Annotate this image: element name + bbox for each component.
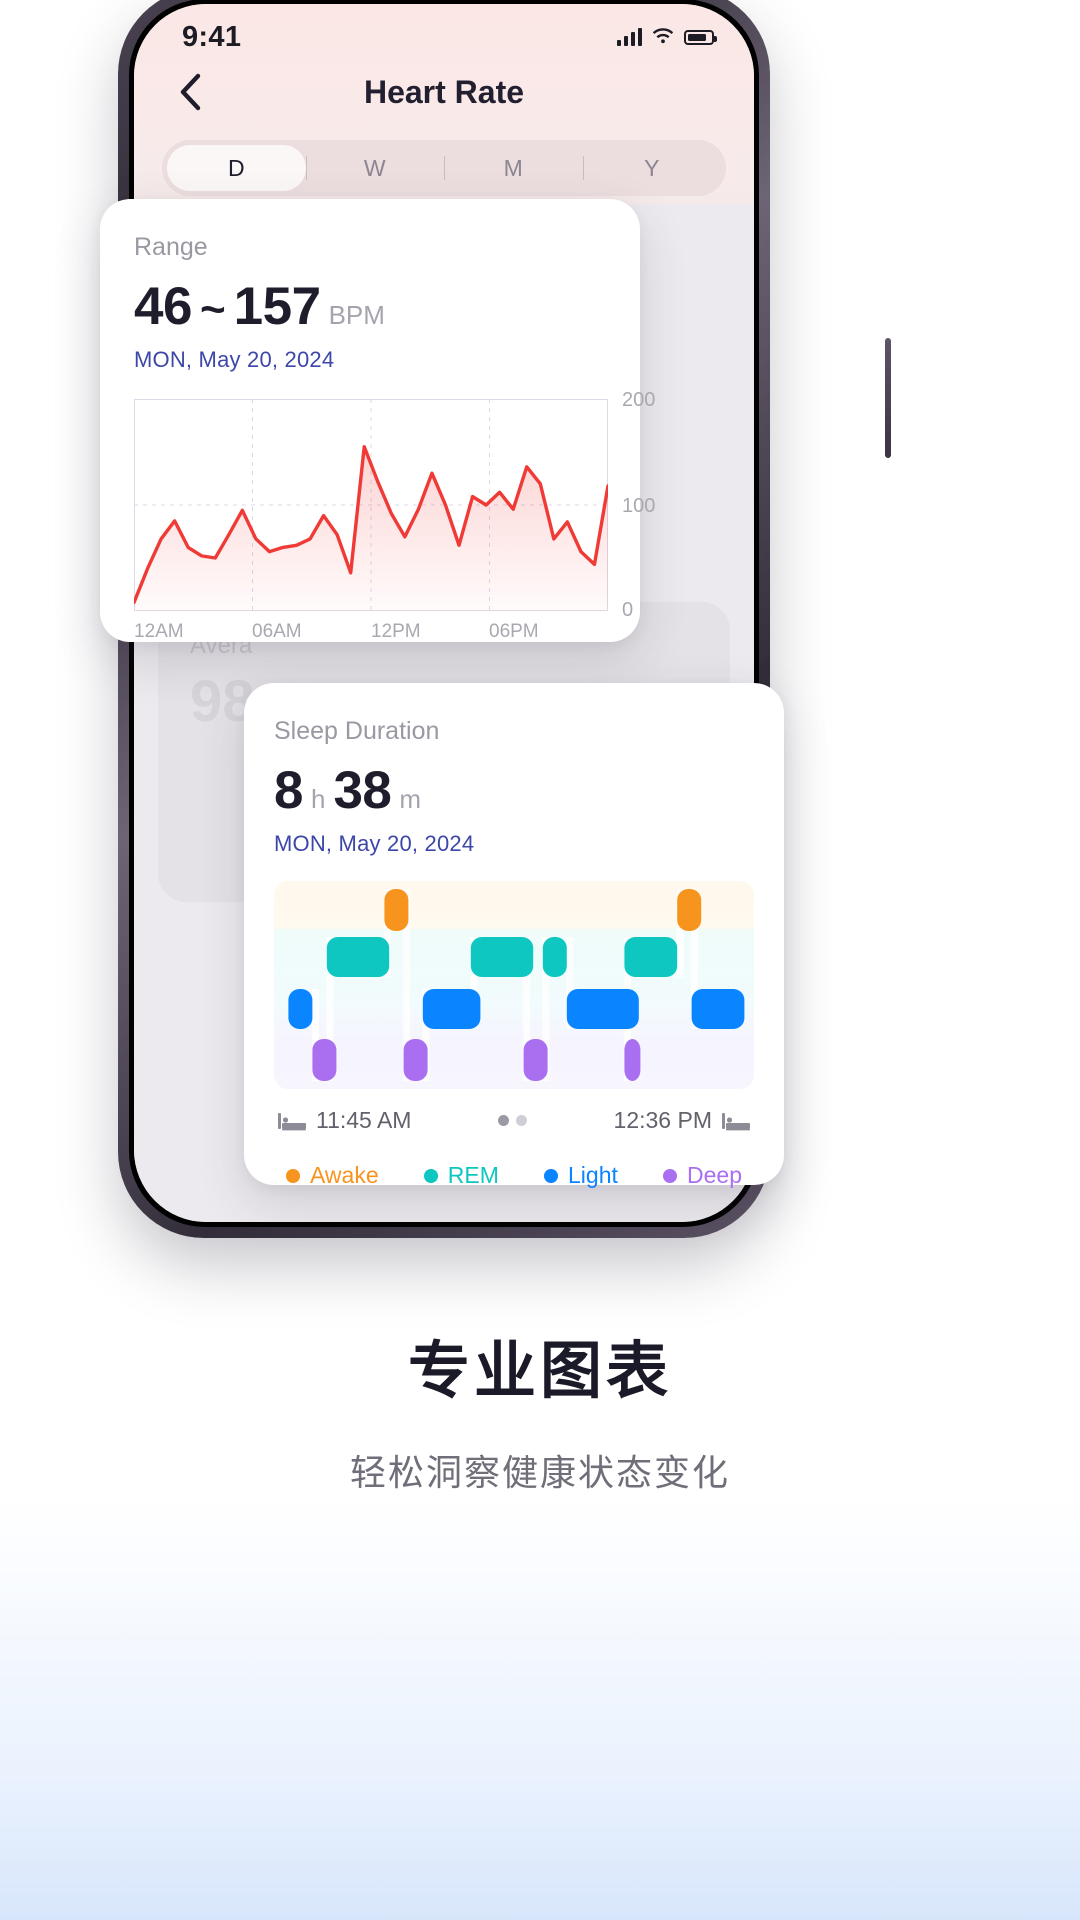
bed-icon: [722, 1112, 750, 1130]
period-segmented-control[interactable]: D W M Y: [162, 140, 726, 196]
sleep-legend: Awake REM Light Deep: [274, 1162, 754, 1189]
page-title: Heart Rate: [363, 73, 525, 110]
heart-rate-chart-wrapper: 200 100 0 12AM 06AM 12PM 06PM: [132, 389, 655, 642]
promo-section: 专业图表 轻松洞察健康状态变化: [0, 1320, 1080, 1496]
x-tick-12pm: 12PM: [371, 621, 421, 642]
legend-item-awake[interactable]: Awake: [286, 1162, 379, 1189]
legend-label-awake: Awake: [310, 1162, 379, 1188]
y-tick-100: 100: [622, 495, 656, 517]
status-icons: [617, 28, 717, 46]
heart-rate-max: 157: [233, 277, 321, 336]
bed-icon: [278, 1112, 306, 1130]
sleep-stages-chart[interactable]: [274, 881, 754, 1089]
legend-dot-deep: [663, 1168, 677, 1183]
heart-rate-unit: BPM: [328, 300, 385, 330]
background-glow: [0, 1500, 1080, 1920]
wifi-icon: [652, 28, 674, 44]
y-tick-0: 0: [622, 599, 634, 621]
sleep-minutes: 38: [333, 761, 392, 820]
status-time: 9:41: [182, 20, 242, 53]
back-button[interactable]: [170, 72, 210, 112]
promo-subtitle: 轻松洞察健康状态变化: [349, 1452, 730, 1493]
sleep-card-title: Sleep Duration: [274, 717, 440, 745]
pagination-dots[interactable]: [498, 1115, 528, 1126]
x-tick-12am: 12AM: [134, 621, 184, 642]
legend-item-light[interactable]: Light: [544, 1162, 618, 1189]
sleep-duration-card[interactable]: Sleep Duration 8 h 38 m MON, May 20, 202…: [244, 683, 784, 1188]
heart-rate-card-title: Range: [134, 233, 208, 261]
heart-rate-card[interactable]: Range 46 ~ 157 BPM MON, May 20, 2024 200…: [100, 199, 655, 642]
sleep-duration-metric: 8 h 38 m: [274, 760, 754, 821]
range-separator: ~: [199, 285, 226, 334]
power-button[interactable]: [885, 338, 891, 458]
legend-item-deep[interactable]: Deep: [663, 1162, 742, 1189]
heart-rate-range-metric: 46 ~ 157 BPM: [134, 276, 606, 337]
heart-rate-chart[interactable]: [132, 399, 610, 611]
tab-year[interactable]: Y: [582, 145, 722, 191]
legend-dot-rem: [423, 1168, 438, 1183]
chevron-left-icon: [180, 73, 201, 111]
sleep-start-time: 11:45 AM: [316, 1107, 412, 1133]
tab-month[interactable]: M: [444, 145, 583, 191]
tab-day[interactable]: D: [167, 145, 306, 191]
nav-bar: Heart Rate: [134, 56, 754, 128]
sleep-end: 12:36 PM: [614, 1107, 750, 1134]
sleep-date: MON, May 20, 2024: [274, 831, 475, 856]
sleep-end-time: 12:36 PM: [613, 1107, 712, 1133]
sleep-hours-unit: h: [310, 784, 326, 814]
legend-item-rem[interactable]: REM: [423, 1162, 499, 1189]
legend-label-light: Light: [568, 1162, 618, 1188]
sleep-hours: 8: [274, 761, 303, 820]
heart-rate-min: 46: [134, 277, 192, 336]
sleep-stages-chart-svg: [288, 889, 745, 1081]
sleep-time-row: 11:45 AM 12:36 PM: [274, 1107, 754, 1134]
battery-icon: [684, 29, 717, 45]
signal-bars-icon: [617, 28, 642, 46]
app-header: 9:41 Heart Rate D W M Y: [134, 4, 754, 204]
heart-rate-chart-svg: [132, 399, 610, 611]
x-tick-06am: 06AM: [252, 621, 302, 642]
status-bar: 9:41: [134, 12, 754, 56]
legend-label-rem: REM: [447, 1162, 499, 1188]
legend-dot-awake: [286, 1168, 300, 1183]
sleep-minutes-unit: m: [399, 784, 422, 814]
x-tick-06pm: 06PM: [489, 621, 539, 642]
y-tick-200: 200: [622, 389, 656, 411]
heart-rate-date: MON, May 20, 2024: [134, 347, 335, 372]
legend-dot-light: [544, 1168, 558, 1183]
legend-label-deep: Deep: [687, 1162, 742, 1188]
promo-title: 专业图表: [407, 1337, 672, 1406]
sleep-start: 11:45 AM: [278, 1107, 411, 1134]
tab-week[interactable]: W: [305, 145, 445, 191]
heart-rate-y-axis: 200 100 0: [616, 389, 676, 621]
